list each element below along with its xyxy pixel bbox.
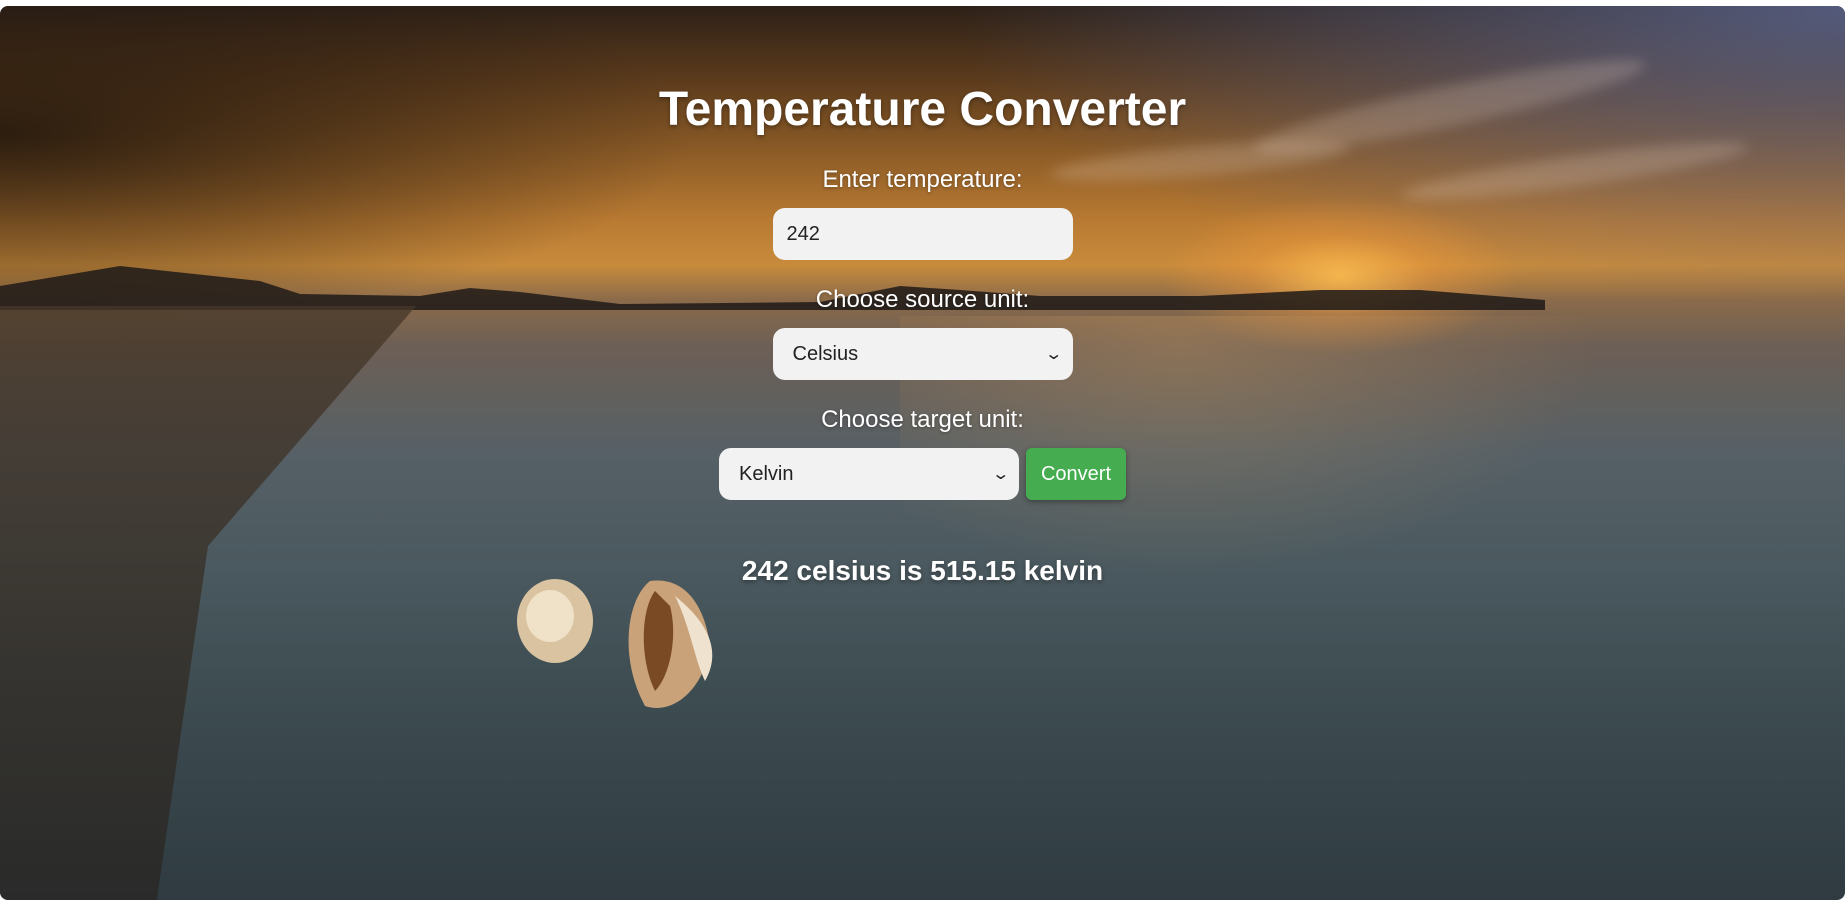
page-title: Temperature Converter: [658, 83, 1187, 136]
convert-button[interactable]: Convert: [1026, 448, 1126, 500]
target-unit-label: Choose target unit:: [821, 406, 1024, 433]
source-unit-select[interactable]: Celsius ⌄: [772, 328, 1073, 380]
chevron-down-icon: ⌄: [990, 466, 1010, 483]
converter-panel: Temperature Converter Enter temperature:…: [0, 6, 1845, 900]
source-unit-value: Celsius: [792, 342, 859, 365]
temperature-input-value: 242: [786, 222, 820, 245]
conversion-result: 242 celsius is 515.15 kelvin: [741, 555, 1104, 586]
source-unit-label: Choose source unit:: [815, 286, 1030, 313]
background-photo: Temperature Converter Enter temperature:…: [0, 6, 1845, 900]
target-unit-select[interactable]: Kelvin ⌄: [719, 448, 1019, 500]
target-unit-row: Kelvin ⌄ Convert: [719, 448, 1126, 500]
target-unit-value: Kelvin: [739, 462, 794, 485]
chevron-down-icon: ⌄: [1044, 346, 1064, 363]
temperature-input[interactable]: 242: [772, 208, 1073, 260]
temperature-label: Enter temperature:: [822, 166, 1023, 193]
